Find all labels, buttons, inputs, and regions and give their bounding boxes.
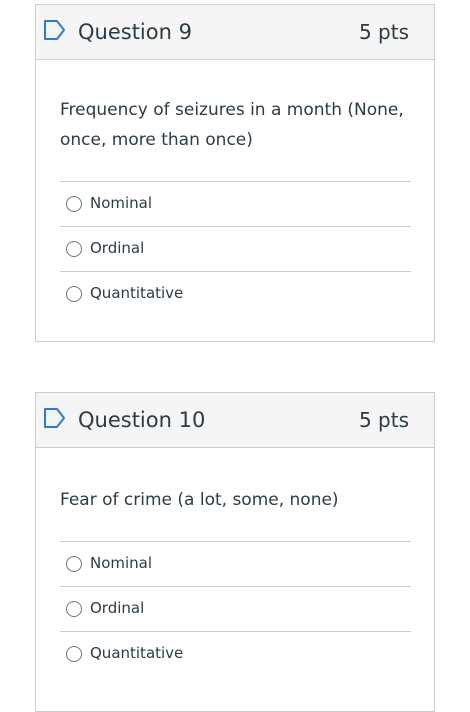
question-title: Question 10 (78, 408, 206, 432)
radio-button[interactable] (66, 286, 82, 302)
question-header: Question 9 5 pts (36, 5, 434, 60)
question-text: Frequency of seizures in a month (None, … (60, 100, 404, 150)
radio-button[interactable] (66, 556, 82, 572)
question-card-9: Question 9 5 pts Frequency of seizures i… (35, 4, 435, 342)
answer-option-nominal[interactable]: Nominal (60, 541, 411, 586)
answer-label[interactable]: Quantitative (90, 643, 183, 663)
answer-option-quantitative[interactable]: Quantitative (60, 631, 411, 676)
answer-list: Nominal Ordinal Quantitative (60, 541, 411, 676)
radio-button[interactable] (66, 646, 82, 662)
answer-label[interactable]: Nominal (90, 553, 152, 573)
answer-label[interactable]: Ordinal (90, 238, 144, 258)
question-points: 5 pts (358, 408, 409, 432)
question-points: 5 pts (358, 20, 409, 44)
answer-label[interactable]: Nominal (90, 193, 152, 213)
question-card-10: Question 10 5 pts Fear of crime (a lot, … (35, 392, 435, 712)
answer-option-nominal[interactable]: Nominal (60, 181, 411, 226)
answer-option-ordinal[interactable]: Ordinal (60, 226, 411, 271)
radio-button[interactable] (66, 241, 82, 257)
question-text: Fear of crime (a lot, some, none) (60, 490, 339, 510)
answer-option-quantitative[interactable]: Quantitative (60, 271, 411, 316)
flag-icon[interactable] (43, 19, 67, 41)
question-header: Question 10 5 pts (36, 393, 434, 448)
question-title: Question 9 (78, 20, 192, 44)
answer-label[interactable]: Ordinal (90, 598, 144, 618)
answer-list: Nominal Ordinal Quantitative (60, 181, 411, 316)
answer-option-ordinal[interactable]: Ordinal (60, 586, 411, 631)
radio-button[interactable] (66, 601, 82, 617)
answer-label[interactable]: Quantitative (90, 283, 183, 303)
radio-button[interactable] (66, 196, 82, 212)
flag-icon[interactable] (43, 407, 67, 429)
